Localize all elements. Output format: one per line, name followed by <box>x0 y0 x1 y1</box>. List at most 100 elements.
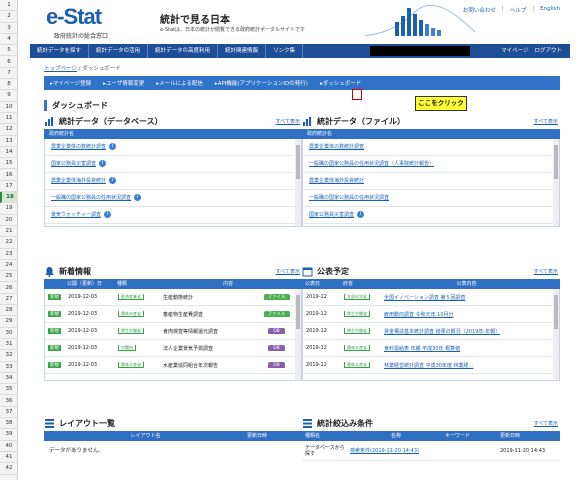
schedule-link[interactable]: 雇用動向調査 令和元年 10月分 <box>381 311 551 318</box>
scrollbar[interactable] <box>553 139 559 226</box>
row-number[interactable]: 7 <box>0 68 18 80</box>
subnav-mail[interactable]: ▸メールによる配信 <box>150 79 209 87</box>
info-icon[interactable]: i <box>357 211 365 218</box>
table-row[interactable]: 新規 2019-12-03 農林水産省 水産業協同組合年次報告 DB <box>45 357 301 374</box>
schedule-link[interactable]: 賃金構造基本統計調査 結果の概況（2019年-年報） <box>381 328 551 335</box>
row-number[interactable]: 37 <box>0 407 18 419</box>
row-number[interactable]: 6 <box>0 57 18 68</box>
row-number[interactable]: 8 <box>0 79 18 91</box>
row-number[interactable]: 20 <box>0 215 18 226</box>
row-number[interactable]: 23 <box>0 249 18 260</box>
list-item[interactable]: 農業企業体の数統計調査 <box>303 139 559 156</box>
info-icon[interactable]: i <box>134 194 142 201</box>
row-number[interactable]: 29 <box>0 316 18 328</box>
row-number[interactable]: 14 <box>0 147 18 159</box>
show-all-link[interactable]: すべて表示 <box>534 268 558 275</box>
row-number[interactable]: 30 <box>0 328 18 339</box>
scrollbar[interactable] <box>295 289 301 380</box>
estat-logo[interactable]: e-Stat <box>46 4 102 30</box>
table-row[interactable]: 2019-12 農林水産省 林業経営統計調査 平成30年度 林業経… <box>303 357 559 374</box>
link-english[interactable]: English <box>540 6 560 14</box>
breadcrumb-home[interactable]: トップページ <box>44 66 77 72</box>
subnav-api[interactable]: ▸API機能(アプリケーションIDの発行) <box>209 79 314 87</box>
row-number[interactable]: 36 <box>0 396 18 407</box>
row-number[interactable]: 11 <box>0 113 18 125</box>
row-number[interactable]: 17 <box>0 181 18 193</box>
row-number[interactable]: 42 <box>0 463 18 475</box>
table-row[interactable]: 新規 2019-12-03 内閣府 法人企業景気予測調査 DB <box>45 340 301 357</box>
row-number[interactable]: 1 <box>0 0 18 12</box>
nav-mypage[interactable]: マイページ <box>501 44 528 58</box>
link-contact[interactable]: お問い合わせ <box>463 6 496 14</box>
table-row[interactable]: 2019-12 農林水産省 食料需給表 年報 平成30年 概算値 <box>303 340 559 357</box>
row-number[interactable]: 25 <box>0 271 18 283</box>
schedule-link[interactable]: 食料需給表 年報 平成30年 概算値 <box>381 345 551 352</box>
table-row[interactable]: 新規 2019-12-03 厚生労働省 食肉検査等情報還元調査 DB <box>45 323 301 340</box>
row-number[interactable]: 39 <box>0 429 18 441</box>
row-number[interactable]: 31 <box>0 339 18 351</box>
info-icon[interactable]: i <box>99 160 107 167</box>
nav-use-data[interactable]: 統計データの活用 <box>89 44 149 58</box>
row-number[interactable]: 26 <box>0 283 18 294</box>
type-button[interactable]: DB <box>268 345 285 351</box>
row-number[interactable]: 40 <box>0 441 18 452</box>
subnav-user-info[interactable]: ▸ユーザ情報変更 <box>97 79 150 87</box>
info-icon[interactable]: i <box>103 211 111 218</box>
schedule-link[interactable]: 林業経営統計調査 平成30年度 林業経… <box>381 362 551 369</box>
row-number[interactable]: 2 <box>0 11 18 23</box>
list-item[interactable]: 農業企業体海外投資統計 i <box>45 173 301 190</box>
show-all-link[interactable]: すべて表示 <box>276 118 300 125</box>
table-row[interactable]: 2019-12 厚生労働省 雇用動向調査 令和元年 10月分 <box>303 306 559 323</box>
link-help[interactable]: ヘルプ <box>510 6 527 14</box>
list-item[interactable]: 景気ウォッチャー調査 i <box>45 207 301 224</box>
table-row[interactable]: 2019-12 文部科学省 全国イノベーション調査 第５回調査 <box>303 289 559 306</box>
row-number[interactable]: 33 <box>0 362 18 373</box>
nav-links[interactable]: リンク集 <box>266 44 304 58</box>
row-number[interactable]: 21 <box>0 226 18 238</box>
row-number[interactable]: 19 <box>0 203 18 215</box>
table-row[interactable]: 新規 2019-12-03 農林水産省 畜産物生産費調査 ファイル <box>45 306 301 323</box>
row-number[interactable]: 22 <box>0 237 18 249</box>
info-icon[interactable]: i <box>109 177 117 184</box>
list-item[interactable]: 一般職の国家公務員の任用状況調査 i <box>45 190 301 207</box>
type-button[interactable]: ファイル <box>263 294 290 300</box>
list-item[interactable]: 国家公務員災害調査 i <box>303 207 559 224</box>
nav-search-data[interactable]: 統計データを探す <box>30 44 90 58</box>
nav-advanced-use[interactable]: 統計データの高度利用 <box>148 44 219 58</box>
row-number[interactable]: 12 <box>0 124 18 136</box>
type-button[interactable]: DB <box>268 362 285 368</box>
row-number[interactable]: 16 <box>0 170 18 181</box>
show-all-link[interactable]: すべて表示 <box>534 118 558 125</box>
list-item[interactable]: 一般職の国家公務員の任用状況調査 <box>303 190 559 207</box>
row-number[interactable]: 41 <box>0 452 18 464</box>
row-number[interactable]: 13 <box>0 136 18 147</box>
subnav-mypage-register[interactable]: ▸マイページ登録 <box>44 79 97 87</box>
list-item[interactable]: 国家公務員災害調査 i <box>45 156 301 173</box>
row-number[interactable]: 35 <box>0 384 18 396</box>
row-number[interactable]: 24 <box>0 260 18 272</box>
row-number[interactable]: 27 <box>0 294 18 306</box>
show-all-link[interactable]: すべて表示 <box>276 268 300 275</box>
row-number[interactable]: 3 <box>0 23 18 34</box>
type-button[interactable]: ファイル <box>263 311 290 317</box>
type-button[interactable]: DB <box>268 328 285 334</box>
list-item[interactable]: 農業企業体海外投資統計 <box>303 173 559 190</box>
row-number[interactable]: 34 <box>0 373 18 385</box>
show-all-link[interactable]: すべて表示 <box>534 420 558 427</box>
row-number[interactable]: 5 <box>0 45 18 57</box>
schedule-link[interactable]: 全国イノベーション調査 第５回調査 <box>381 294 551 301</box>
row-number[interactable]: 28 <box>0 305 18 317</box>
table-row[interactable]: 2019-12 厚生労働省 賃金構造基本統計調査 結果の概況（2019年-年報） <box>303 323 559 340</box>
list-item[interactable]: 農業企業体の数統計調査 i <box>45 139 301 156</box>
row-number[interactable]: 32 <box>0 350 18 362</box>
row-number[interactable]: 15 <box>0 158 18 170</box>
row-number[interactable]: 10 <box>0 102 18 113</box>
info-icon[interactable]: i <box>109 143 117 150</box>
table-row[interactable]: 新規 2019-12-03 経済産業省 生産動態統計 ファイル <box>45 289 301 306</box>
subnav-dashboard[interactable]: ▸ダッシュボード <box>314 79 367 87</box>
row-number[interactable]: 18 <box>0 192 18 204</box>
scrollbar[interactable] <box>553 289 559 380</box>
row-number[interactable]: 4 <box>0 34 18 46</box>
nav-logout[interactable]: ログアウト <box>534 44 562 58</box>
nav-related-info[interactable]: 統計関連情報 <box>218 44 267 58</box>
